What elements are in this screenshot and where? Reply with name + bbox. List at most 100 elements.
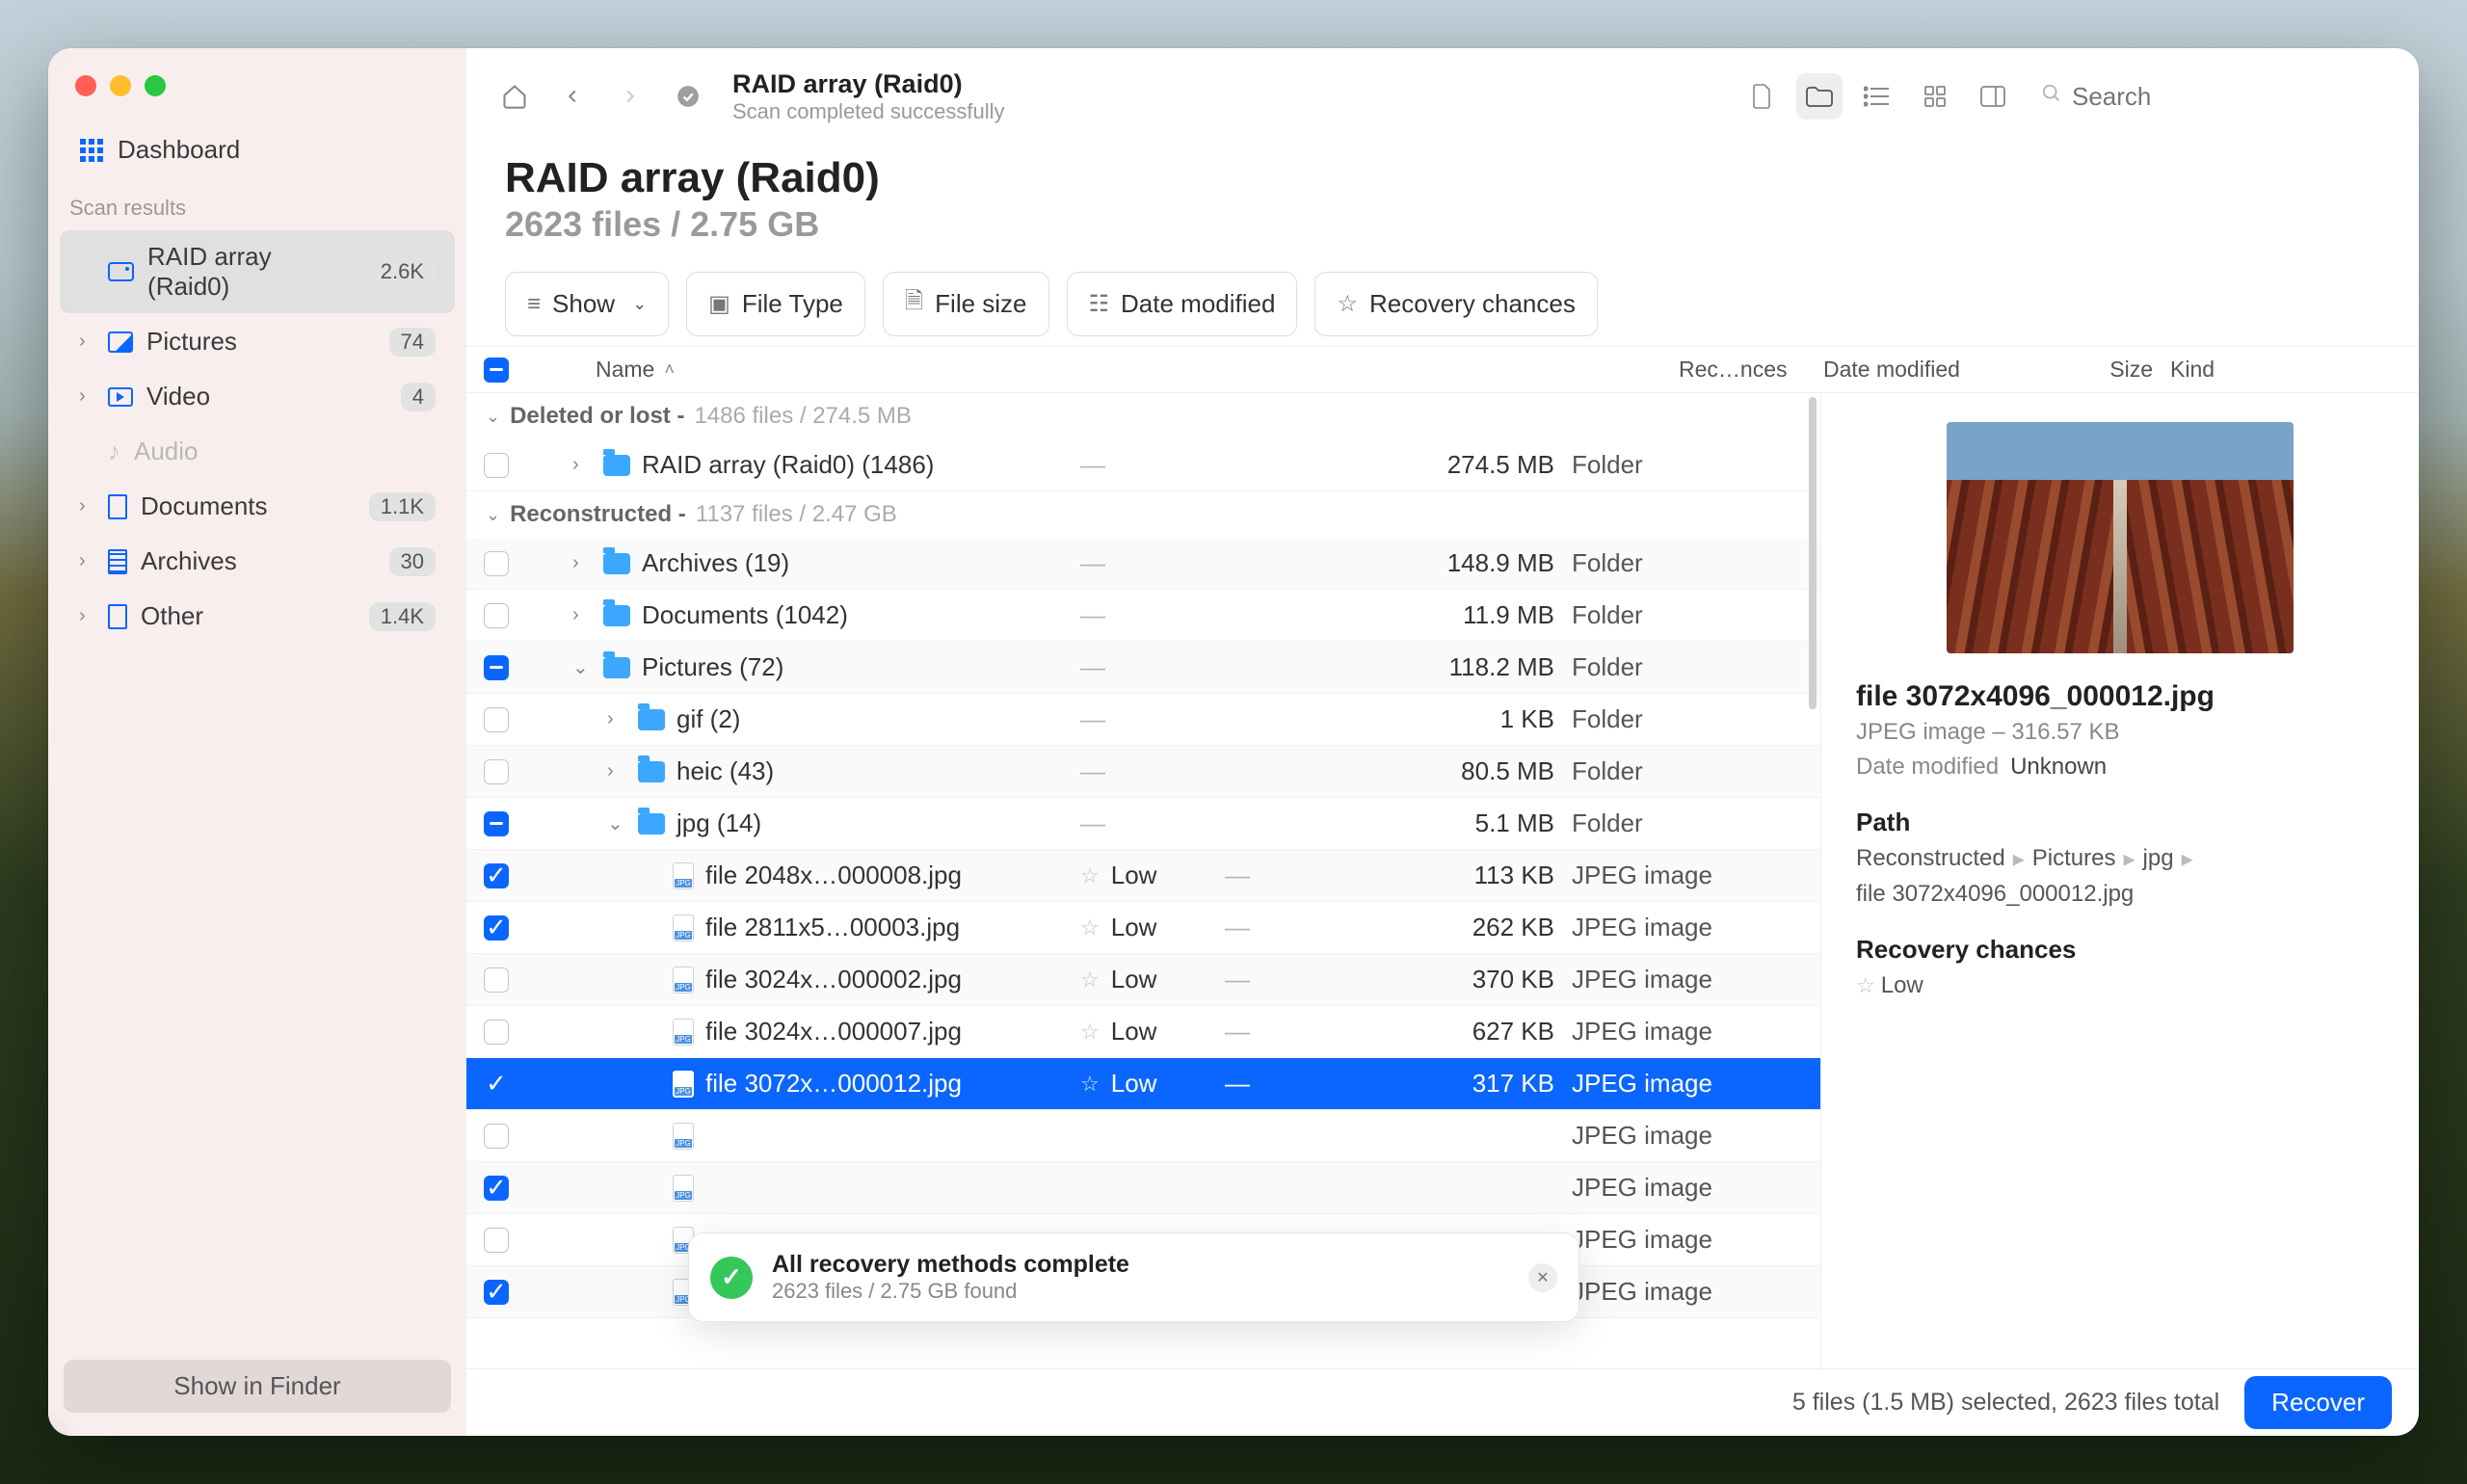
column-size[interactable]: Size bbox=[1992, 357, 2170, 383]
zoom-window-icon[interactable] bbox=[145, 75, 166, 96]
sidebar-item-other[interactable]: ›Other1.4K bbox=[60, 590, 455, 643]
file-list[interactable]: ⌄Deleted or lost - 1486 files / 274.5 MB… bbox=[466, 393, 1821, 1368]
view-file-button[interactable] bbox=[1738, 73, 1785, 119]
row-checkbox[interactable]: ✓ bbox=[484, 1072, 509, 1097]
row-checkbox[interactable]: ✓ bbox=[484, 863, 509, 888]
row-checkbox[interactable] bbox=[484, 811, 509, 836]
file-row[interactable]: ›RAID array (Raid0) (1486)—274.5 MBFolde… bbox=[466, 439, 1820, 491]
home-button[interactable] bbox=[491, 73, 538, 119]
expand-toggle[interactable]: › bbox=[607, 708, 626, 730]
filter-show[interactable]: ≡Show⌄ bbox=[505, 272, 669, 336]
expand-toggle[interactable]: › bbox=[607, 760, 626, 782]
toolbar-title: RAID array (Raid0) bbox=[732, 69, 1004, 99]
row-size: 118.2 MB bbox=[1393, 652, 1572, 682]
scrollbar[interactable] bbox=[1809, 393, 1818, 1368]
file-row[interactable]: ›Documents (1042)—11.9 MBFolder bbox=[466, 590, 1820, 642]
expand-toggle[interactable]: ⌄ bbox=[607, 811, 626, 835]
file-row[interactable]: JPEG image bbox=[466, 1110, 1820, 1162]
row-checkbox[interactable] bbox=[484, 1020, 509, 1045]
sidebar-item-pictures[interactable]: ›Pictures74 bbox=[60, 315, 455, 368]
sidebar-item-audio[interactable]: ♪Audio bbox=[60, 425, 455, 478]
nav-forward-button[interactable] bbox=[607, 73, 653, 119]
file-row[interactable]: ›gif (2)—1 KBFolder bbox=[466, 694, 1820, 746]
row-checkbox[interactable]: ✓ bbox=[484, 1176, 509, 1201]
file-icon bbox=[673, 1123, 694, 1150]
sidebar-dashboard[interactable]: Dashboard bbox=[60, 123, 455, 176]
sidebar-item-label: Video bbox=[146, 382, 210, 411]
sidebar-item-documents[interactable]: ›Documents1.1K bbox=[60, 480, 455, 533]
expand-toggle[interactable]: › bbox=[572, 604, 592, 626]
row-checkbox[interactable] bbox=[484, 967, 509, 993]
folder-icon bbox=[603, 657, 630, 678]
scrollbar-thumb[interactable] bbox=[1809, 397, 1817, 709]
filter-file-size[interactable]: 🗎File size bbox=[883, 272, 1049, 336]
minimize-window-icon[interactable] bbox=[110, 75, 131, 96]
file-row[interactable]: ›Archives (19)—148.9 MBFolder bbox=[466, 538, 1820, 590]
list-icon bbox=[1864, 86, 1891, 107]
column-recovery[interactable]: Rec…nces bbox=[1679, 357, 1823, 383]
sidebar-section-header: Scan results bbox=[48, 178, 466, 228]
footer-bar: 5 files (1.5 MB) selected, 2623 files to… bbox=[466, 1368, 2419, 1436]
expand-toggle[interactable]: ⌄ bbox=[572, 655, 592, 679]
row-checkbox[interactable] bbox=[484, 707, 509, 732]
sidebar-item-drive[interactable]: RAID array (Raid0)2.6K bbox=[60, 230, 455, 313]
main-panel: RAID array (Raid0) Scan completed succes… bbox=[466, 48, 2419, 1436]
group-header[interactable]: ⌄Reconstructed - 1137 files / 2.47 GB bbox=[466, 491, 1820, 538]
file-row[interactable]: ✓file 3072x…000012.jpg☆Low—317 KBJPEG im… bbox=[466, 1058, 1820, 1110]
view-list-button[interactable] bbox=[1854, 73, 1900, 119]
row-name-cell: ›heic (43) bbox=[538, 756, 1080, 786]
show-in-finder-button[interactable]: Show in Finder bbox=[64, 1360, 451, 1413]
toggle-details-button[interactable] bbox=[1970, 73, 2016, 119]
row-checkbox[interactable] bbox=[484, 1228, 509, 1253]
column-kind[interactable]: Kind bbox=[2170, 357, 2392, 383]
search-field[interactable] bbox=[2028, 74, 2394, 119]
file-row[interactable]: ✓JPEG image bbox=[466, 1162, 1820, 1214]
group-header[interactable]: ⌄Deleted or lost - 1486 files / 274.5 MB bbox=[466, 393, 1820, 439]
select-all-checkbox[interactable] bbox=[484, 358, 509, 383]
row-name: file 2811x5…00003.jpg bbox=[705, 913, 960, 942]
file-row[interactable]: file 3024x…000007.jpg☆Low—627 KBJPEG ima… bbox=[466, 1006, 1820, 1058]
row-checkbox[interactable] bbox=[484, 551, 509, 576]
column-name[interactable]: Name˄ bbox=[538, 357, 1679, 383]
file-row[interactable]: ✓file 2811x5…00003.jpg☆Low—262 KBJPEG im… bbox=[466, 902, 1820, 954]
close-window-icon[interactable] bbox=[75, 75, 96, 96]
expand-toggle[interactable]: › bbox=[572, 454, 592, 476]
chevron-down-icon: ⌄ bbox=[486, 505, 500, 525]
row-checkbox[interactable] bbox=[484, 759, 509, 784]
filter-recovery-chances[interactable]: ☆Recovery chances bbox=[1314, 272, 1597, 336]
filter-date-modified[interactable]: ☷Date modified bbox=[1067, 272, 1298, 336]
sidebar-item-video[interactable]: ›Video4 bbox=[60, 370, 455, 423]
recover-button[interactable]: Recover bbox=[2244, 1376, 2392, 1429]
detail-path-label: Path bbox=[1856, 808, 2384, 837]
sidebar-item-archives[interactable]: ›Archives30 bbox=[60, 535, 455, 588]
toast-close-button[interactable]: ✕ bbox=[1528, 1263, 1557, 1292]
view-folder-button[interactable] bbox=[1796, 73, 1843, 119]
row-checkbox[interactable] bbox=[484, 603, 509, 628]
file-row[interactable]: file 3024x…000002.jpg☆Low—370 KBJPEG ima… bbox=[466, 954, 1820, 1006]
row-size: 274.5 MB bbox=[1393, 450, 1572, 480]
row-checkbox[interactable] bbox=[484, 655, 509, 680]
row-checkbox[interactable] bbox=[484, 453, 509, 478]
folder-icon bbox=[638, 709, 665, 730]
row-name: gif (2) bbox=[676, 704, 740, 734]
file-row[interactable]: ✓file 2048x…000008.jpg☆Low—113 KBJPEG im… bbox=[466, 850, 1820, 902]
filter-file-type[interactable]: ▣File Type bbox=[686, 272, 865, 336]
row-checkbox[interactable]: ✓ bbox=[484, 1280, 509, 1305]
chevron-right-icon: › bbox=[79, 495, 94, 517]
star-outline-icon: ☆ bbox=[1856, 973, 1875, 997]
search-input[interactable] bbox=[2072, 82, 2380, 112]
file-row[interactable]: ⌄Pictures (72)—118.2 MBFolder bbox=[466, 642, 1820, 694]
column-date[interactable]: Date modified bbox=[1823, 357, 1992, 383]
file-preview bbox=[1947, 422, 2294, 653]
row-checkbox[interactable] bbox=[484, 1124, 509, 1149]
nav-back-button[interactable] bbox=[549, 73, 596, 119]
file-row[interactable]: ⌄jpg (14)—5.1 MBFolder bbox=[466, 798, 1820, 850]
row-checkbox[interactable]: ✓ bbox=[484, 915, 509, 941]
expand-toggle[interactable]: › bbox=[572, 552, 592, 574]
row-kind: JPEG image bbox=[1572, 861, 1793, 890]
row-kind: Folder bbox=[1572, 808, 1793, 838]
row-name-cell: ›Archives (19) bbox=[538, 548, 1080, 578]
row-size: 5.1 MB bbox=[1393, 808, 1572, 838]
file-row[interactable]: ›heic (43)—80.5 MBFolder bbox=[466, 746, 1820, 798]
view-grid-button[interactable] bbox=[1912, 73, 1958, 119]
